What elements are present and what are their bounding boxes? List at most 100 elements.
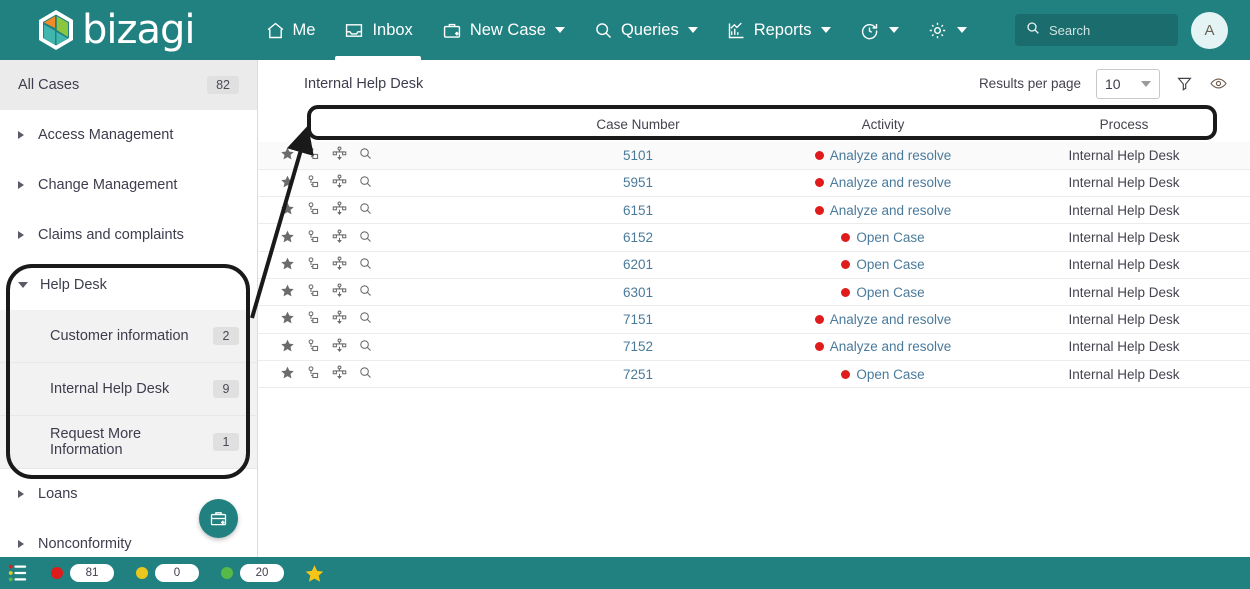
magnifier-search-icon[interactable] bbox=[358, 174, 373, 192]
favorite-star-icon[interactable] bbox=[304, 563, 325, 584]
table-row[interactable]: 6151 Analyze and resolve Internal Help Des… bbox=[258, 196, 1250, 225]
case-number-link[interactable]: 7151 bbox=[623, 312, 653, 327]
cell-process: Internal Help Desk bbox=[998, 169, 1250, 198]
activity-link[interactable]: Analyze and resolve bbox=[830, 203, 952, 218]
workflow-diagram-icon[interactable] bbox=[332, 229, 347, 247]
assign-user-icon[interactable] bbox=[306, 283, 321, 301]
nav-item-inbox[interactable]: Inbox bbox=[329, 0, 426, 60]
sidebar-group-access-management[interactable]: Access Management bbox=[0, 110, 257, 160]
assign-user-icon[interactable] bbox=[306, 338, 321, 356]
table-row[interactable]: 6152 Open Case Internal Help Desk bbox=[258, 223, 1250, 252]
workflow-diagram-icon[interactable] bbox=[332, 338, 347, 356]
activity-link[interactable]: Analyze and resolve bbox=[830, 175, 952, 190]
nav-label-reports: Reports bbox=[753, 20, 812, 39]
magnifier-search-icon[interactable] bbox=[358, 201, 373, 219]
funnel-filter-icon[interactable] bbox=[1175, 74, 1194, 93]
brand-logo[interactable]: bizagi bbox=[36, 8, 196, 52]
status-badge bbox=[814, 150, 824, 160]
nav-item-settings[interactable] bbox=[913, 0, 981, 60]
nav-item-new-case[interactable]: New Case bbox=[427, 0, 579, 60]
results-per-page-select[interactable]: 10 bbox=[1096, 68, 1160, 99]
star-icon[interactable] bbox=[280, 256, 295, 274]
search-input[interactable] bbox=[1049, 22, 1169, 38]
workflow-diagram-icon[interactable] bbox=[332, 283, 347, 301]
case-number-link[interactable]: 7251 bbox=[623, 367, 653, 382]
status-counter-green[interactable]: 20 bbox=[221, 564, 284, 582]
new-case-fab-button[interactable] bbox=[199, 499, 238, 538]
eye-visibility-icon[interactable] bbox=[1209, 74, 1228, 93]
case-number-link[interactable]: 5101 bbox=[623, 148, 653, 163]
status-counter-red[interactable]: 81 bbox=[51, 564, 114, 582]
table-row[interactable]: 7152 Analyze and resolve Internal Help Des… bbox=[258, 333, 1250, 361]
nav-item-me[interactable]: Me bbox=[251, 0, 330, 60]
activity-link[interactable]: Open Case bbox=[856, 230, 924, 245]
star-icon[interactable] bbox=[280, 338, 295, 356]
star-icon[interactable] bbox=[280, 310, 295, 328]
column-header-case-number[interactable]: Case Number bbox=[508, 107, 768, 142]
nav-item-refresh[interactable] bbox=[845, 0, 913, 60]
workflow-diagram-icon[interactable] bbox=[332, 146, 347, 164]
case-number-link[interactable]: 6301 bbox=[623, 285, 653, 300]
star-icon[interactable] bbox=[280, 365, 295, 383]
sidebar-item-internal-help-desk[interactable]: Internal Help Desk 9 bbox=[0, 363, 257, 416]
column-header-activity[interactable]: Activity bbox=[768, 107, 998, 142]
avatar[interactable]: A bbox=[1191, 12, 1228, 49]
sidebar-group-claims-and-complaints[interactable]: Claims and complaints bbox=[0, 210, 257, 260]
status-count-green: 20 bbox=[240, 564, 284, 582]
case-number-link[interactable]: 7152 bbox=[623, 339, 653, 354]
column-header-actions bbox=[258, 107, 508, 142]
cell-activity: Open Case bbox=[768, 278, 998, 307]
table-row[interactable]: 5951 Analyze and resolve Internal Help Des… bbox=[258, 169, 1250, 198]
table-row[interactable]: 7251 Open Case Internal Help Desk bbox=[258, 360, 1250, 389]
assign-user-icon[interactable] bbox=[306, 146, 321, 164]
sidebar-item-request-more-information[interactable]: Request More Information 1 bbox=[0, 416, 257, 469]
magnifier-search-icon[interactable] bbox=[358, 283, 373, 301]
assign-user-icon[interactable] bbox=[306, 201, 321, 219]
activity-link[interactable]: Analyze and resolve bbox=[830, 339, 952, 354]
case-number-link[interactable]: 5951 bbox=[623, 175, 653, 190]
case-number-link[interactable]: 6152 bbox=[623, 230, 653, 245]
activity-link[interactable]: Analyze and resolve bbox=[830, 148, 952, 163]
sidebar-item-all-cases[interactable]: All Cases 82 bbox=[0, 60, 257, 110]
assign-user-icon[interactable] bbox=[306, 229, 321, 247]
sidebar-group-change-management[interactable]: Change Management bbox=[0, 160, 257, 210]
status-counter-yellow[interactable]: 0 bbox=[136, 564, 199, 582]
magnifier-search-icon[interactable] bbox=[358, 310, 373, 328]
table-row[interactable]: 7151 Analyze and resolve Internal Help Des… bbox=[258, 305, 1250, 334]
assign-user-icon[interactable] bbox=[306, 256, 321, 274]
nav-item-reports[interactable]: Reports bbox=[712, 0, 845, 60]
magnifier-search-icon[interactable] bbox=[358, 256, 373, 274]
magnifier-search-icon[interactable] bbox=[358, 229, 373, 247]
sidebar-group-help-desk[interactable]: Help Desk bbox=[0, 260, 257, 310]
table-row[interactable]: 6201 Open Case Internal Help Desk bbox=[258, 251, 1250, 279]
star-icon[interactable] bbox=[280, 174, 295, 192]
assign-user-icon[interactable] bbox=[306, 365, 321, 383]
assign-user-icon[interactable] bbox=[306, 174, 321, 192]
case-number-link[interactable]: 6201 bbox=[623, 257, 653, 272]
star-icon[interactable] bbox=[280, 201, 295, 219]
activity-link[interactable]: Analyze and resolve bbox=[830, 312, 952, 327]
star-icon[interactable] bbox=[280, 283, 295, 301]
list-menu-icon[interactable] bbox=[7, 563, 29, 583]
magnifier-search-icon[interactable] bbox=[358, 146, 373, 164]
activity-link[interactable]: Open Case bbox=[856, 257, 924, 272]
star-icon[interactable] bbox=[280, 229, 295, 247]
case-number-link[interactable]: 6151 bbox=[623, 203, 653, 218]
workflow-diagram-icon[interactable] bbox=[332, 365, 347, 383]
table-row[interactable]: 5101 Analyze and resolve Internal Help Des… bbox=[258, 142, 1250, 170]
assign-user-icon[interactable] bbox=[306, 310, 321, 328]
workflow-diagram-icon[interactable] bbox=[332, 256, 347, 274]
magnifier-search-icon[interactable] bbox=[358, 365, 373, 383]
magnifier-search-icon[interactable] bbox=[358, 338, 373, 356]
workflow-diagram-icon[interactable] bbox=[332, 310, 347, 328]
workflow-diagram-icon[interactable] bbox=[332, 201, 347, 219]
activity-link[interactable]: Open Case bbox=[856, 367, 924, 382]
sidebar-item-customer-information[interactable]: Customer information 2 bbox=[0, 310, 257, 363]
table-row[interactable]: 6301 Open Case Internal Help Desk bbox=[258, 278, 1250, 307]
workflow-diagram-icon[interactable] bbox=[332, 174, 347, 192]
global-search[interactable] bbox=[1015, 14, 1178, 46]
activity-link[interactable]: Open Case bbox=[856, 285, 924, 300]
column-header-process[interactable]: Process bbox=[998, 107, 1250, 142]
nav-item-queries[interactable]: Queries bbox=[579, 0, 712, 60]
star-icon[interactable] bbox=[280, 146, 295, 164]
